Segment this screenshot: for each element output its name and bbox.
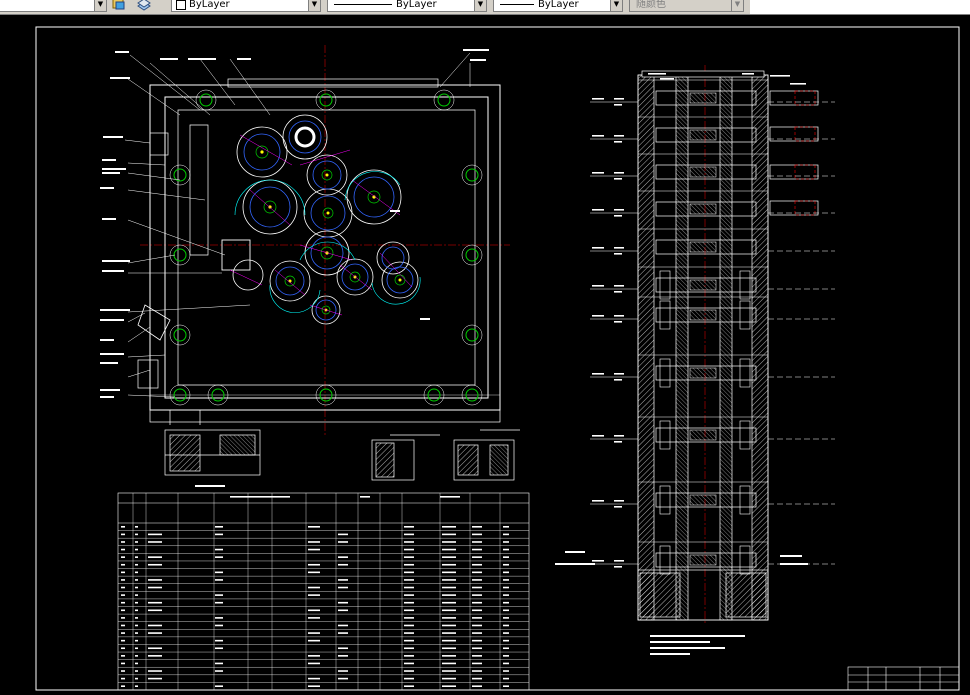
plotstyle-value: 随颜色: [636, 0, 666, 10]
properties-toolbar: ▼ ByLayer ▼ ByLayer ▼ ByLayer ▼ 随颜色 ▼: [0, 0, 970, 15]
layer-states-icon[interactable]: [136, 0, 152, 12]
vertical-section-view: [555, 65, 835, 655]
layer-tool-icon[interactable]: [111, 0, 127, 12]
parts-table: [117, 492, 530, 691]
plotstyle-dropdown[interactable]: 随颜色 ▼: [629, 0, 744, 12]
lineweight-sample: [500, 0, 534, 5]
chevron-down-icon: ▼: [94, 0, 106, 11]
drawing-canvas[interactable]: [0, 15, 970, 695]
chevron-down-icon: ▼: [610, 0, 622, 11]
title-block: [847, 666, 960, 691]
color-control-dropdown[interactable]: ByLayer ▼: [171, 0, 321, 12]
section-details: [164, 410, 520, 487]
color-control-value: ByLayer: [189, 0, 230, 10]
drawing-frame: [35, 26, 960, 691]
lineweight-value: ByLayer: [538, 0, 579, 10]
chevron-down-icon: ▼: [474, 0, 486, 11]
lineweight-dropdown[interactable]: ByLayer ▼: [493, 0, 623, 12]
layer-dropdown[interactable]: ▼: [0, 0, 107, 12]
chevron-down-icon: ▼: [308, 0, 320, 11]
linetype-dropdown[interactable]: ByLayer ▼: [327, 0, 487, 12]
chevron-down-icon: ▼: [731, 0, 743, 11]
toolbar-empty-area: [750, 0, 970, 14]
color-swatch-icon: [176, 0, 186, 10]
gearbox-plan-view: [100, 45, 510, 435]
linetype-value: ByLayer: [396, 0, 437, 10]
linetype-sample: [334, 0, 392, 5]
